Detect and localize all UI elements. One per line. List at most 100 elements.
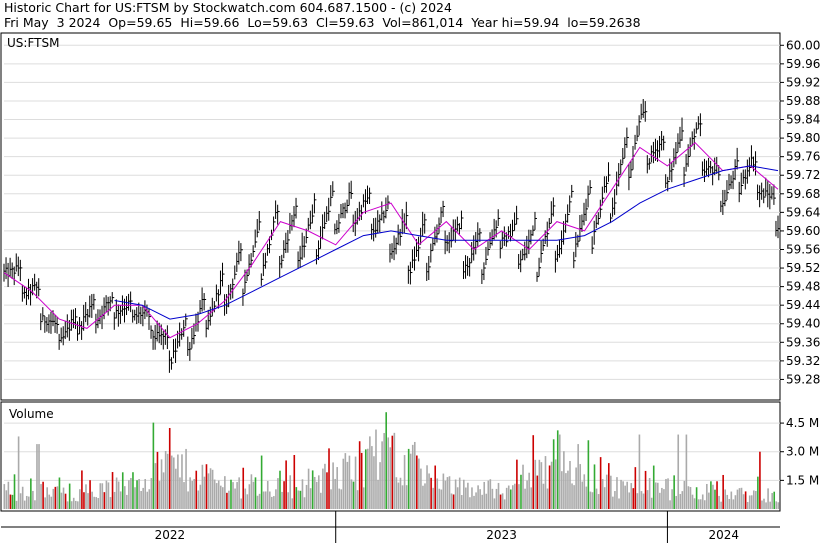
volume-bar — [121, 472, 124, 509]
volume-bar — [107, 482, 110, 509]
volume-bar — [397, 482, 400, 509]
volume-bar — [356, 490, 359, 509]
volume-bar — [83, 492, 85, 509]
volume-bar — [291, 498, 294, 509]
volume-bar — [299, 490, 302, 509]
volume-bar — [266, 481, 269, 509]
volume-bar — [293, 454, 296, 509]
volume-bar — [659, 492, 661, 509]
volume-bar — [520, 474, 522, 509]
volume-bar — [550, 461, 553, 509]
volume-bar — [542, 483, 545, 509]
volume-bar — [117, 481, 120, 509]
volume-bar — [23, 500, 26, 509]
volume-bar — [695, 487, 698, 509]
volume-bar — [354, 456, 357, 509]
volume-bar — [140, 490, 142, 509]
volume-bar — [340, 489, 343, 509]
volume-bar — [610, 475, 612, 509]
volume-bar — [669, 500, 671, 509]
volume-bar — [507, 485, 510, 509]
volume-bar — [128, 480, 130, 509]
volume-bar — [72, 497, 75, 509]
volume-bar — [399, 477, 402, 509]
volume-bar — [320, 492, 322, 509]
volume-bar — [771, 493, 773, 509]
volume-bar — [219, 485, 222, 509]
volume-bar — [181, 454, 183, 509]
volume-bar — [87, 493, 89, 509]
volume-bar — [640, 491, 643, 509]
volume-bar — [716, 481, 718, 509]
volume-bar — [428, 473, 430, 509]
volume-bar — [469, 497, 471, 509]
volume-bar — [52, 488, 55, 509]
volume-bar — [481, 494, 483, 509]
volume-bar — [144, 478, 147, 509]
volume-bar — [9, 494, 12, 509]
volume-bar — [201, 464, 204, 509]
volume-bar — [601, 479, 604, 509]
volume-bar — [755, 491, 757, 509]
volume-bar — [444, 480, 447, 509]
volume-bar — [170, 455, 173, 509]
volume-bar — [142, 487, 144, 509]
volume-bar — [301, 479, 304, 509]
volume-bar — [42, 481, 44, 509]
volume-bar — [558, 434, 561, 509]
volume-bar — [136, 480, 138, 509]
volume-bar — [391, 435, 394, 509]
volume-bar — [467, 482, 469, 509]
volume-bar — [536, 475, 539, 509]
volume-bar — [79, 489, 81, 509]
volume-bar — [177, 454, 179, 509]
volume-bar — [693, 498, 696, 509]
volume-bar — [162, 472, 165, 509]
volume-bar — [111, 472, 114, 509]
volume-bar — [607, 463, 610, 509]
volume-bar — [665, 478, 667, 509]
volume-bar — [119, 491, 122, 509]
volume-bar — [422, 485, 424, 509]
chart-page: Historic Chart for US:FTSM by Stockwatch… — [0, 0, 830, 543]
volume-bar — [38, 444, 40, 509]
volume-bar — [761, 500, 763, 509]
volume-bar — [722, 474, 724, 509]
volume-bar — [720, 501, 722, 509]
volume-bar — [703, 500, 706, 509]
volume-bar — [240, 498, 242, 509]
volume-bar — [318, 475, 320, 509]
volume-bar — [628, 492, 631, 509]
volume-bar — [295, 487, 298, 509]
year-label: 2023 — [486, 528, 517, 542]
volume-bar — [675, 495, 677, 509]
price-tick-label: 59.52 — [786, 261, 820, 275]
volume-bar — [679, 493, 682, 509]
volume-bar — [442, 473, 445, 509]
volume-bar — [744, 491, 747, 509]
volume-bar — [146, 491, 149, 509]
volume-bar — [642, 493, 645, 509]
volume-bar — [534, 459, 537, 509]
volume-bar — [538, 459, 541, 509]
volume-bar — [458, 477, 461, 509]
volume-bar — [260, 455, 263, 509]
volume-bar — [732, 499, 735, 509]
volume-bar — [115, 477, 118, 509]
volume-bar — [305, 484, 308, 509]
volume-bar — [191, 480, 193, 509]
volume-bar — [226, 492, 228, 509]
volume-bar — [528, 472, 530, 509]
volume-bar — [34, 500, 36, 509]
volume-bar — [620, 479, 622, 509]
volume-bar — [93, 496, 95, 509]
volume-tick-label: 3.0 M — [786, 445, 819, 459]
volume-bar — [775, 501, 778, 509]
price-volume-chart: 60.00 59.96 59.92 59.88 59.84 59.80 59.76 59.72… — [0, 32, 820, 543]
volume-bar — [381, 441, 383, 509]
volume-bar — [273, 496, 275, 509]
volume-bar — [473, 495, 475, 509]
volume-bar — [81, 470, 83, 509]
volume-bar — [403, 455, 406, 509]
volume-bar — [58, 477, 61, 509]
